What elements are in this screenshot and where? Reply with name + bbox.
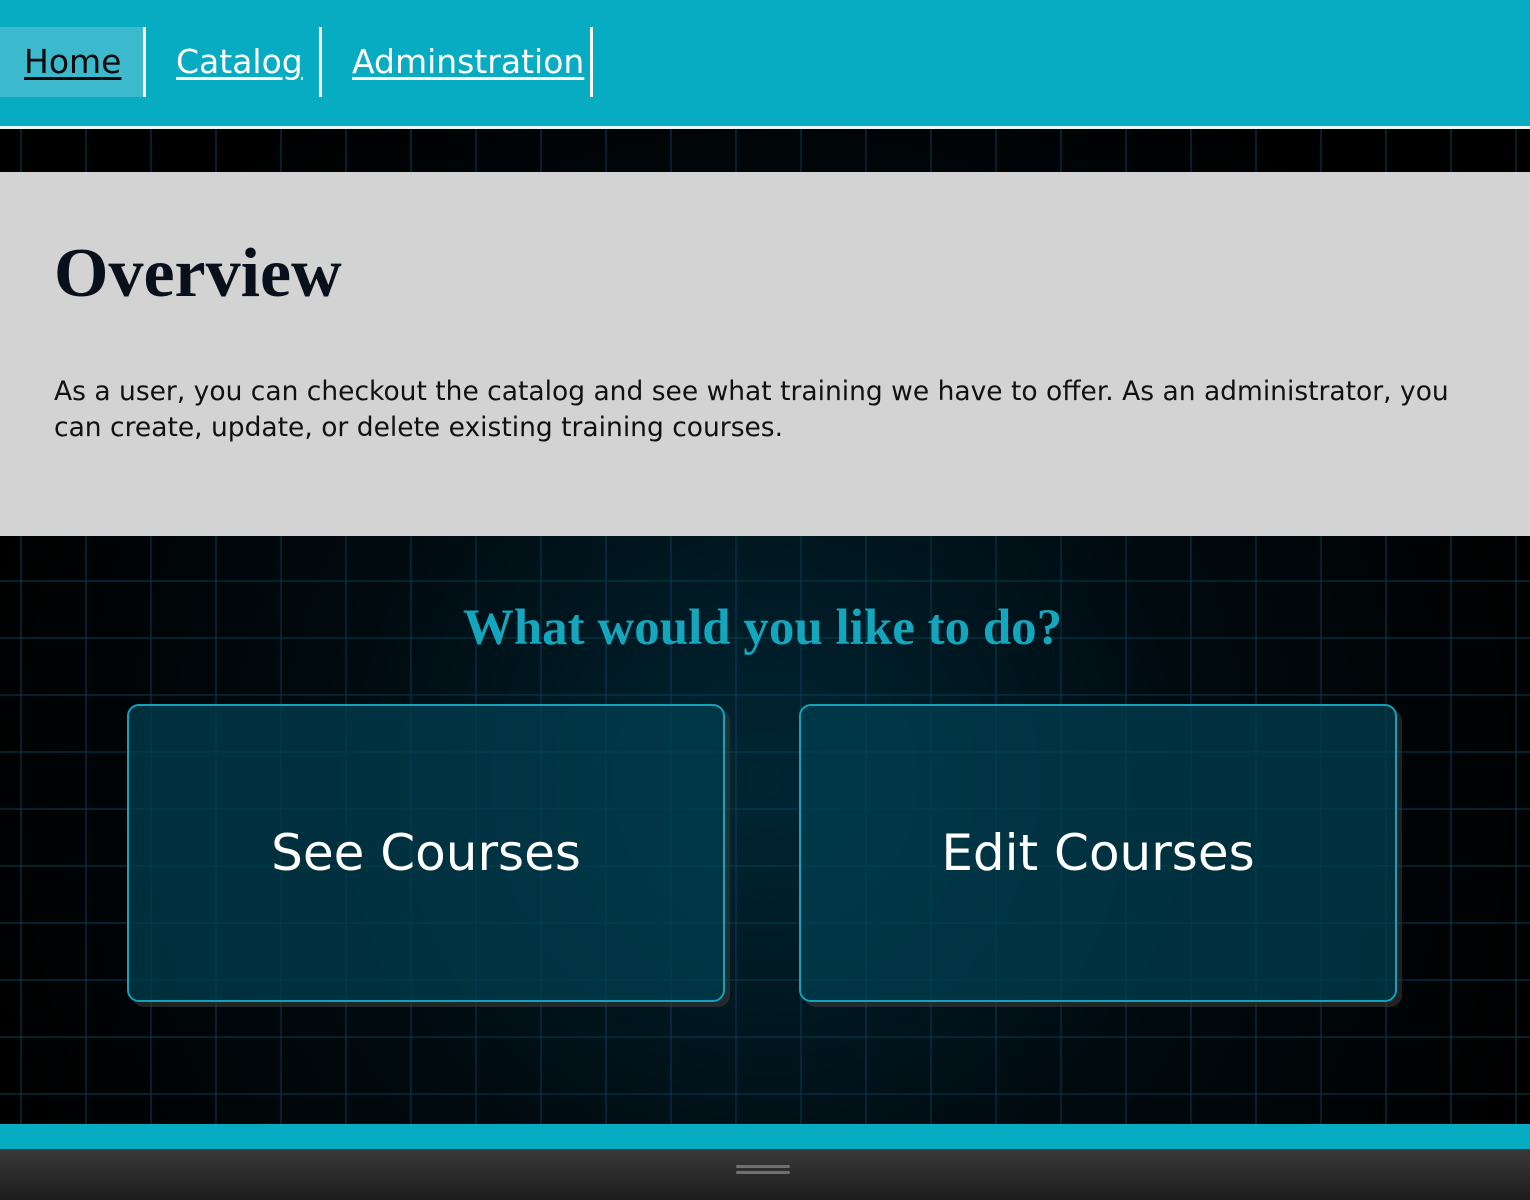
nav-link-catalog[interactable]: Catalog bbox=[176, 27, 303, 97]
overview-title: Overview bbox=[54, 235, 342, 312]
actions-heading: What would you like to do? bbox=[462, 600, 1063, 656]
see-courses-button[interactable]: See Courses bbox=[127, 704, 725, 1002]
overview-section: Overview As a user, you can checkout the… bbox=[0, 172, 1530, 536]
bottom-panel bbox=[0, 1149, 1530, 1200]
edit-courses-label: Edit Courses bbox=[941, 824, 1255, 882]
overview-description: As a user, you can checkout the catalog … bbox=[54, 376, 1449, 443]
edit-courses-button[interactable]: Edit Courses bbox=[799, 704, 1397, 1002]
footer-bar bbox=[0, 1124, 1530, 1149]
page: Home Catalog Adminstration Overview As a… bbox=[0, 0, 1530, 1200]
nav-divider bbox=[590, 27, 593, 97]
nav-link-administration[interactable]: Adminstration bbox=[352, 27, 584, 97]
see-courses-label: See Courses bbox=[271, 824, 581, 882]
nav-link-home[interactable]: Home bbox=[0, 27, 143, 97]
nav-divider bbox=[319, 27, 322, 97]
top-navigation: Home Catalog Adminstration bbox=[0, 0, 1530, 129]
drag-handle-icon[interactable] bbox=[736, 1165, 790, 1177]
nav-divider bbox=[143, 27, 146, 97]
